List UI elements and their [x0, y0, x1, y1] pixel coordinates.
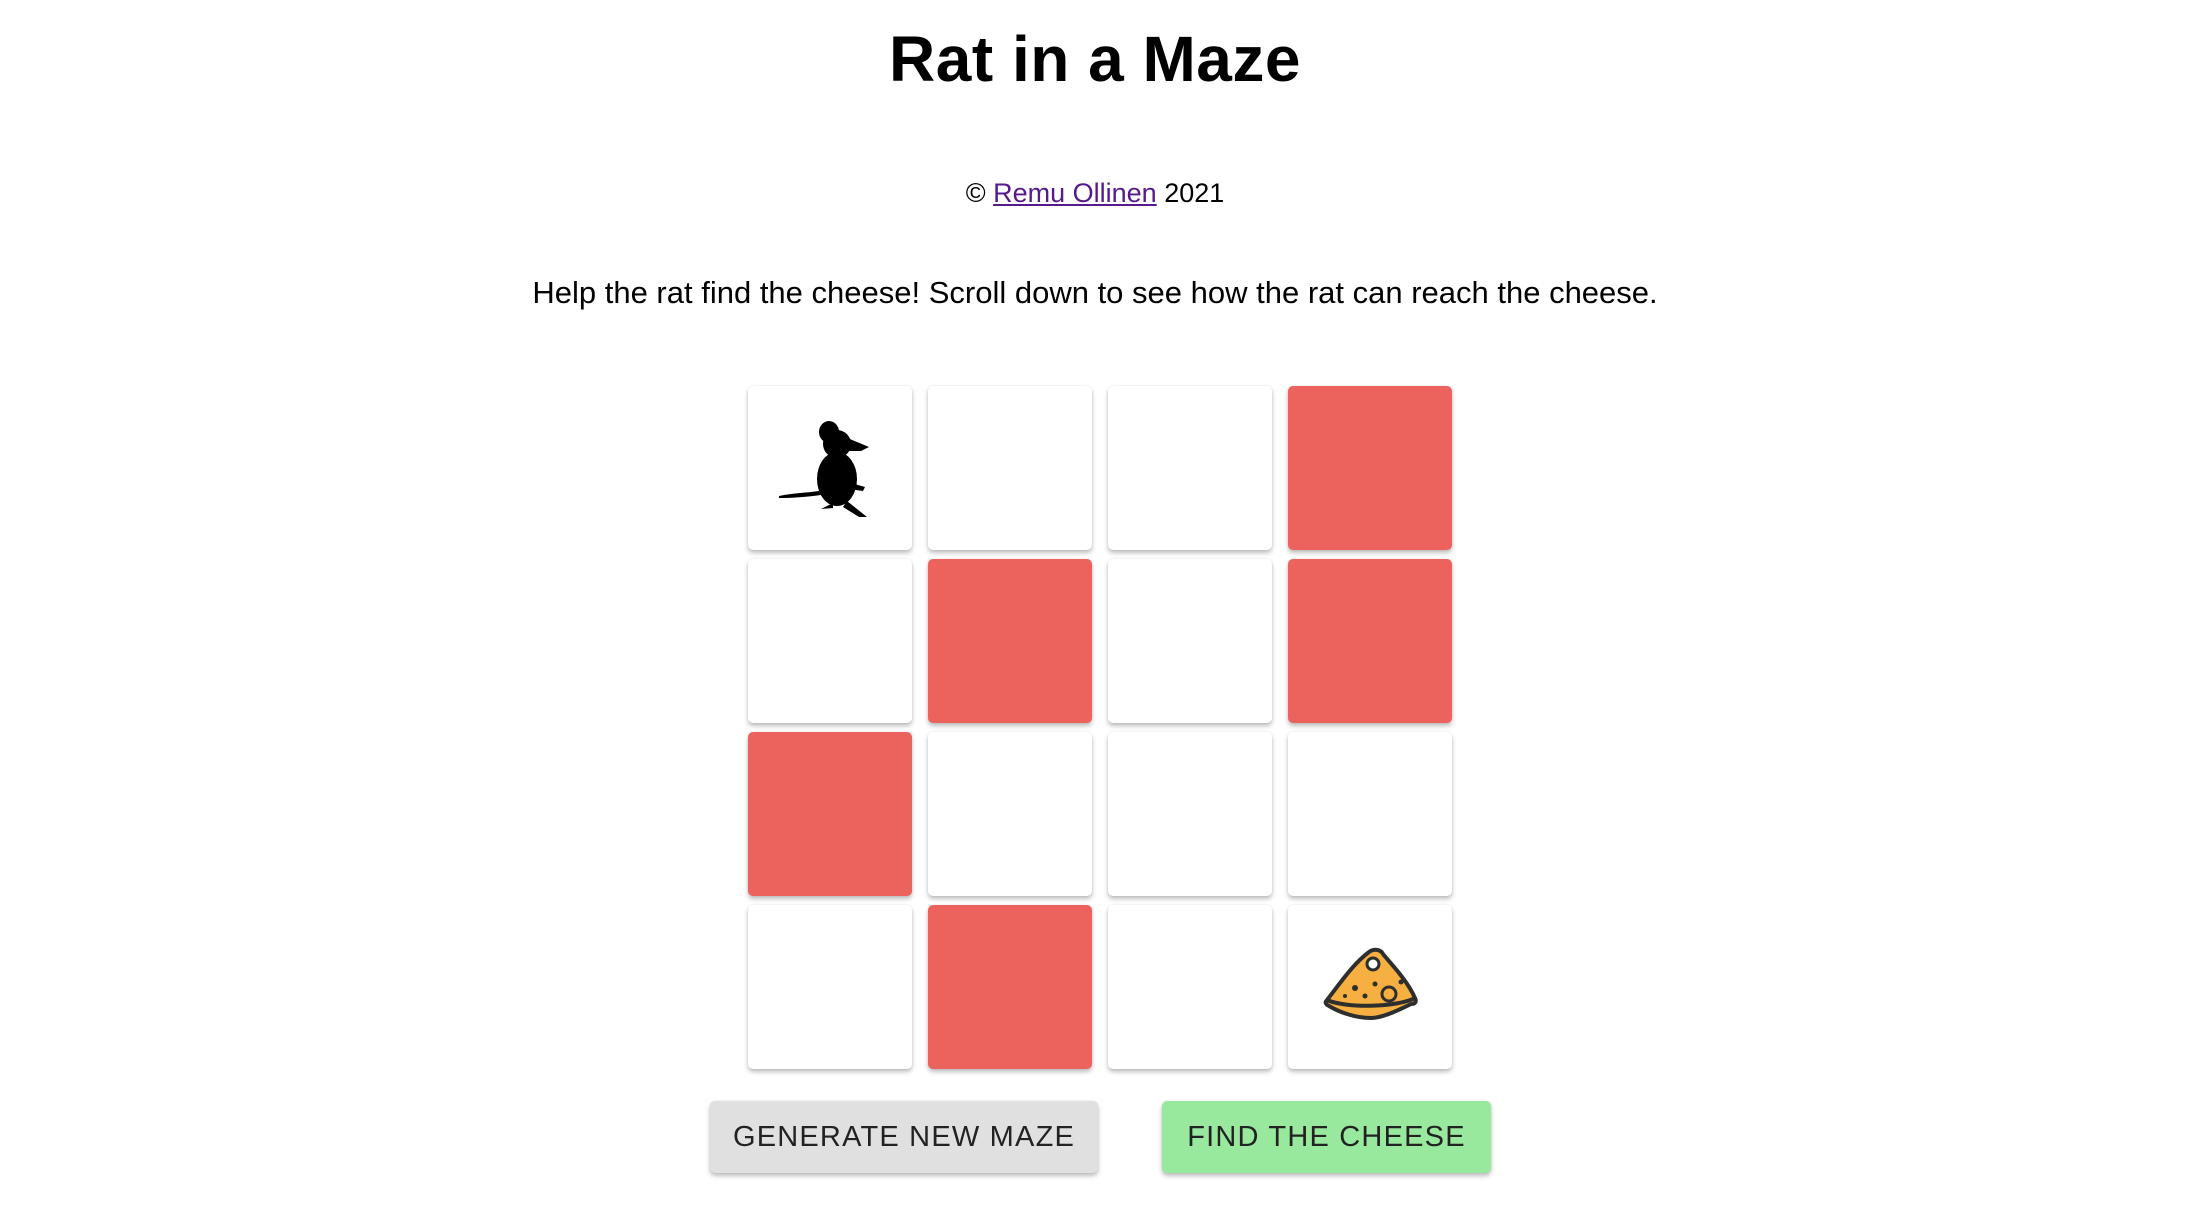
maze-cell-open-r2c1: [748, 559, 912, 723]
maze-cell-open-r3c2: [928, 732, 1092, 896]
instructions-text: Help the rat find the cheese! Scroll dow…: [532, 275, 1658, 310]
maze-grid: [748, 386, 1454, 1070]
maze-cell-open-r1c2: [928, 386, 1092, 550]
find-cheese-button[interactable]: FIND THE CHEESE: [1162, 1101, 1491, 1173]
maze-cell-wall-r2c4: [1288, 559, 1452, 723]
maze-cell-wall-r4c2: [928, 905, 1092, 1069]
maze-cell-open-r3c4: [1288, 732, 1452, 896]
rat-icon: [775, 413, 885, 523]
page-title: Rat in a Maze: [889, 23, 1301, 95]
maze-cell-open-r1c3: [1108, 386, 1272, 550]
generate-maze-button[interactable]: GENERATE NEW MAZE: [710, 1101, 1098, 1173]
maze-cell-open-r4c1: [748, 905, 912, 1069]
maze-cell-wall-r2c2: [928, 559, 1092, 723]
copyright-line: © Remu Ollinen 2021: [0, 178, 2190, 209]
maze-cell-open-r3c3: [1108, 732, 1272, 896]
maze-cell-open-r4c3: [1108, 905, 1272, 1069]
copyright-year: 2021: [1164, 178, 1225, 208]
author-link[interactable]: Remu Ollinen: [993, 178, 1157, 208]
maze-cell-rat-r1c1: [748, 386, 912, 550]
maze-cell-wall-r3c1: [748, 732, 912, 896]
maze-cell-cheese-r4c4: [1288, 905, 1452, 1069]
copyright-symbol: ©: [965, 178, 986, 208]
cheese-icon: [1315, 942, 1425, 1032]
maze-cell-wall-r1c4: [1288, 386, 1452, 550]
maze-cell-open-r2c3: [1108, 559, 1272, 723]
page: Rat in a Maze © Remu Ollinen 2021 Help t…: [0, 0, 2190, 1228]
